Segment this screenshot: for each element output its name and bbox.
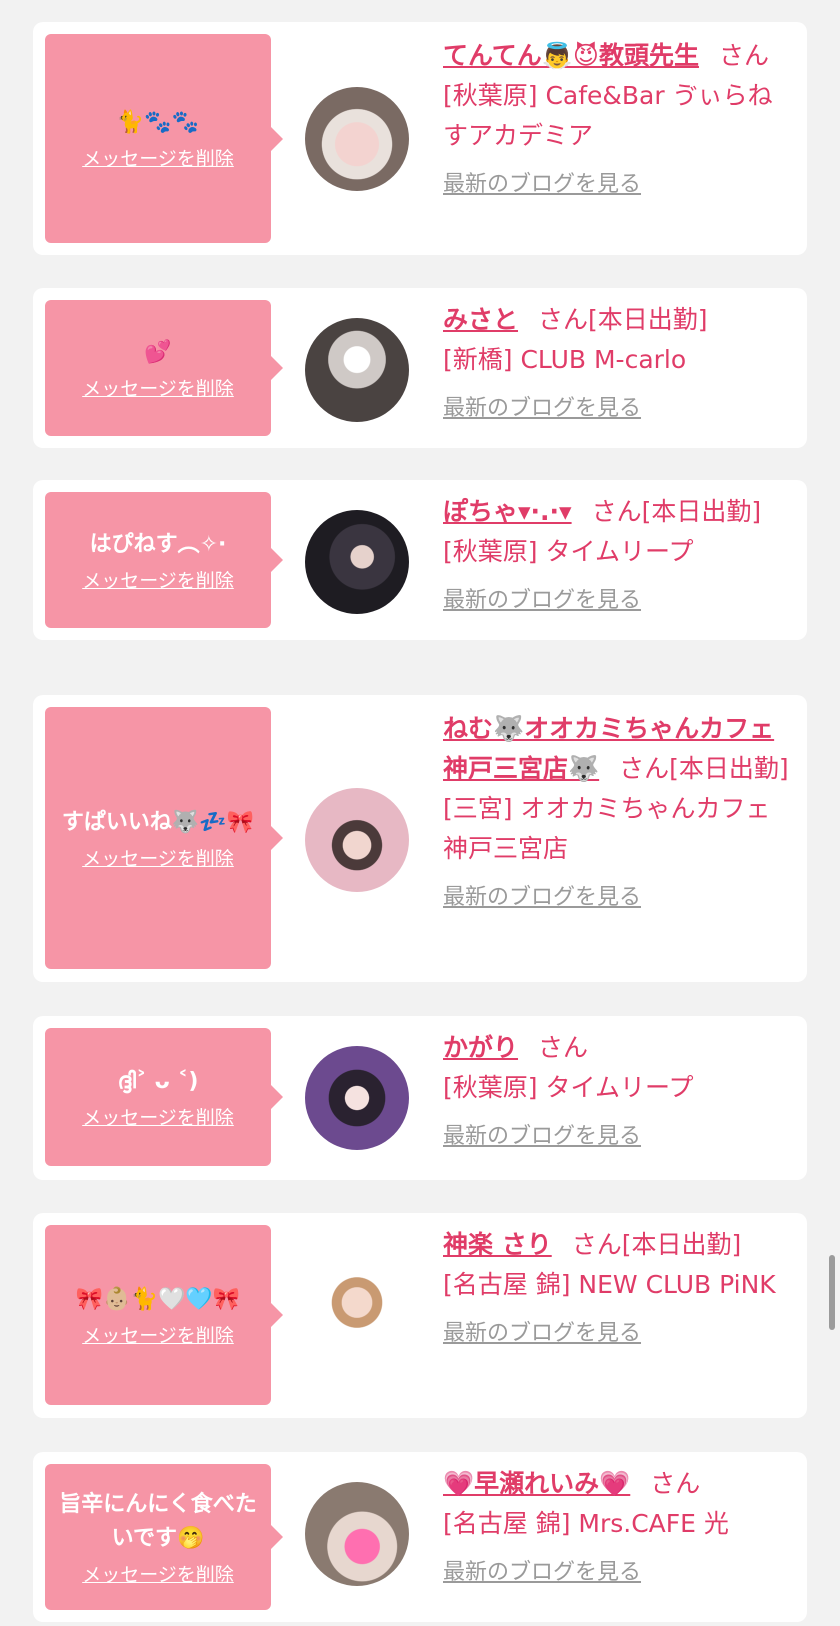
name-link[interactable]: みさと <box>443 305 518 334</box>
shop-text: [秋葉原] タイムリープ <box>443 1073 694 1102</box>
status-text: [本日出勤] <box>641 497 762 526</box>
latest-blog-link[interactable]: 最新のブログを見る <box>443 390 641 422</box>
list-item: はぴねす︵✧· メッセージを削除 ぽちゃ▾·.·▾ さん[本日出勤] [秋葉原] … <box>33 480 807 640</box>
message-bubble: 旨辛にんにく食べたいです🤭 メッセージを削除 <box>45 1464 283 1610</box>
shop-text: [名古屋 錦] NEW CLUB PiNK <box>443 1270 776 1299</box>
profile-info: ぽちゃ▾·.·▾ さん[本日出勤] [秋葉原] タイムリープ 最新のブログを見る <box>443 492 789 614</box>
message-text: ദ്ദി˃ ᴗ ˂) <box>117 1068 199 1094</box>
avatar[interactable] <box>305 1482 409 1586</box>
avatar[interactable] <box>305 87 409 191</box>
message-bubble: 💕 メッセージを削除 <box>45 300 283 436</box>
scrollbar[interactable] <box>829 1255 835 1330</box>
avatar[interactable] <box>305 1046 409 1150</box>
shop-text: [名古屋 錦] Mrs.CAFE 光 <box>443 1509 729 1538</box>
profile-info: かがり さん [秋葉原] タイムリープ 最新のブログを見る <box>443 1028 789 1150</box>
latest-blog-link[interactable]: 最新のブログを見る <box>443 1118 641 1150</box>
avatar[interactable] <box>305 510 409 614</box>
latest-blog-link[interactable]: 最新のブログを見る <box>443 166 641 198</box>
list-item: ദ്ദി˃ ᴗ ˂) メッセージを削除 かがり さん [秋葉原] タイムリープ 最… <box>33 1016 807 1180</box>
message-text: 💕 <box>144 339 172 365</box>
name-link[interactable]: 💗早瀬れいみ💗 <box>443 1469 630 1498</box>
delete-message-link[interactable]: メッセージを削除 <box>82 1560 234 1587</box>
list-item: 旨辛にんにく食べたいです🤭 メッセージを削除 💗早瀬れいみ💗 さん [名古屋 錦]… <box>33 1452 807 1622</box>
profile-info: みさと さん[本日出勤] [新橋] CLUB M-carlo 最新のブログを見る <box>443 300 789 422</box>
message-text: 🐈🐾🐾 <box>116 110 200 135</box>
latest-blog-link[interactable]: 最新のブログを見る <box>443 1315 641 1347</box>
delete-message-link[interactable]: メッセージを削除 <box>82 1103 234 1130</box>
delete-message-link[interactable]: メッセージを削除 <box>82 374 234 401</box>
status-text: [本日出勤] <box>588 305 708 334</box>
profile-info: てんてん👼😈教頭先生 さん [秋葉原] Cafe&Bar ゔぃらねすアカデミア 最… <box>443 36 789 198</box>
shop-text: [秋葉原] タイムリープ <box>443 537 694 566</box>
list-item: 💕 メッセージを削除 みさと さん[本日出勤] [新橋] CLUB M-carlo… <box>33 288 807 448</box>
san-suffix: さん <box>571 1230 622 1259</box>
san-suffix: さん <box>538 1033 589 1062</box>
avatar[interactable] <box>305 788 409 892</box>
latest-blog-link[interactable]: 最新のブログを見る <box>443 879 641 911</box>
profile-info: 神楽 さり さん[本日出勤] [名古屋 錦] NEW CLUB PiNK 最新のブ… <box>443 1225 789 1347</box>
message-bubble: 🐈🐾🐾 メッセージを削除 <box>45 34 283 243</box>
san-suffix: さん <box>650 1469 701 1498</box>
message-text: すぱいいね🐺💤🎀 <box>61 809 255 835</box>
name-link[interactable]: かがり <box>443 1033 518 1062</box>
profile-info: 💗早瀬れいみ💗 さん [名古屋 錦] Mrs.CAFE 光 最新のブログを見る <box>443 1464 789 1586</box>
status-text: [本日出勤] <box>621 1230 742 1259</box>
profile-info: ねむ🐺オオカミちゃんカフェ神戸三宮店🐺 さん[本日出勤] [三宮] オオカミちゃん… <box>443 709 789 911</box>
san-suffix: さん <box>718 41 769 70</box>
shop-text: [新橋] CLUB M-carlo <box>443 345 687 374</box>
list-item: すぱいいね🐺💤🎀 メッセージを削除 ねむ🐺オオカミちゃんカフェ神戸三宮店🐺 さん[… <box>33 695 807 982</box>
avatar[interactable] <box>305 1263 409 1367</box>
message-bubble: はぴねす︵✧· メッセージを削除 <box>45 492 283 628</box>
message-bubble: すぱいいね🐺💤🎀 メッセージを削除 <box>45 707 283 969</box>
delete-message-link[interactable]: メッセージを削除 <box>82 566 234 593</box>
delete-message-link[interactable]: メッセージを削除 <box>82 1321 234 1348</box>
name-link[interactable]: てんてん👼😈教頭先生 <box>443 41 699 70</box>
avatar[interactable] <box>305 318 409 422</box>
delete-message-link[interactable]: メッセージを削除 <box>82 144 234 171</box>
name-link[interactable]: 神楽 さり <box>443 1230 552 1259</box>
shop-text: [三宮] オオカミちゃんカフェ神戸三宮店 <box>443 794 771 863</box>
san-suffix: さん <box>591 497 642 526</box>
san-suffix: さん <box>538 305 589 334</box>
san-suffix: さん <box>619 754 670 783</box>
list-item: 🎀👶🏼🐈🤍🩵🎀 メッセージを削除 神楽 さり さん[本日出勤] [名古屋 錦] N… <box>33 1213 807 1418</box>
latest-blog-link[interactable]: 最新のブログを見る <box>443 1554 641 1586</box>
status-text: [本日出勤] <box>669 754 789 783</box>
latest-blog-link[interactable]: 最新のブログを見る <box>443 582 641 614</box>
message-text: 旨辛にんにく食べたいです🤭 <box>59 1491 257 1551</box>
name-link[interactable]: ぽちゃ▾·.·▾ <box>443 497 572 526</box>
shop-text: [秋葉原] Cafe&Bar ゔぃらねすアカデミア <box>443 81 773 150</box>
message-bubble: 🎀👶🏼🐈🤍🩵🎀 メッセージを削除 <box>45 1225 283 1405</box>
message-text: 🎀👶🏼🐈🤍🩵🎀 <box>75 1286 241 1312</box>
message-bubble: ദ്ദി˃ ᴗ ˂) メッセージを削除 <box>45 1028 283 1166</box>
message-text: はぴねす︵✧· <box>89 531 227 557</box>
delete-message-link[interactable]: メッセージを削除 <box>82 844 234 871</box>
list-item: 🐈🐾🐾 メッセージを削除 てんてん👼😈教頭先生 さん [秋葉原] Cafe&Bar… <box>33 22 807 255</box>
